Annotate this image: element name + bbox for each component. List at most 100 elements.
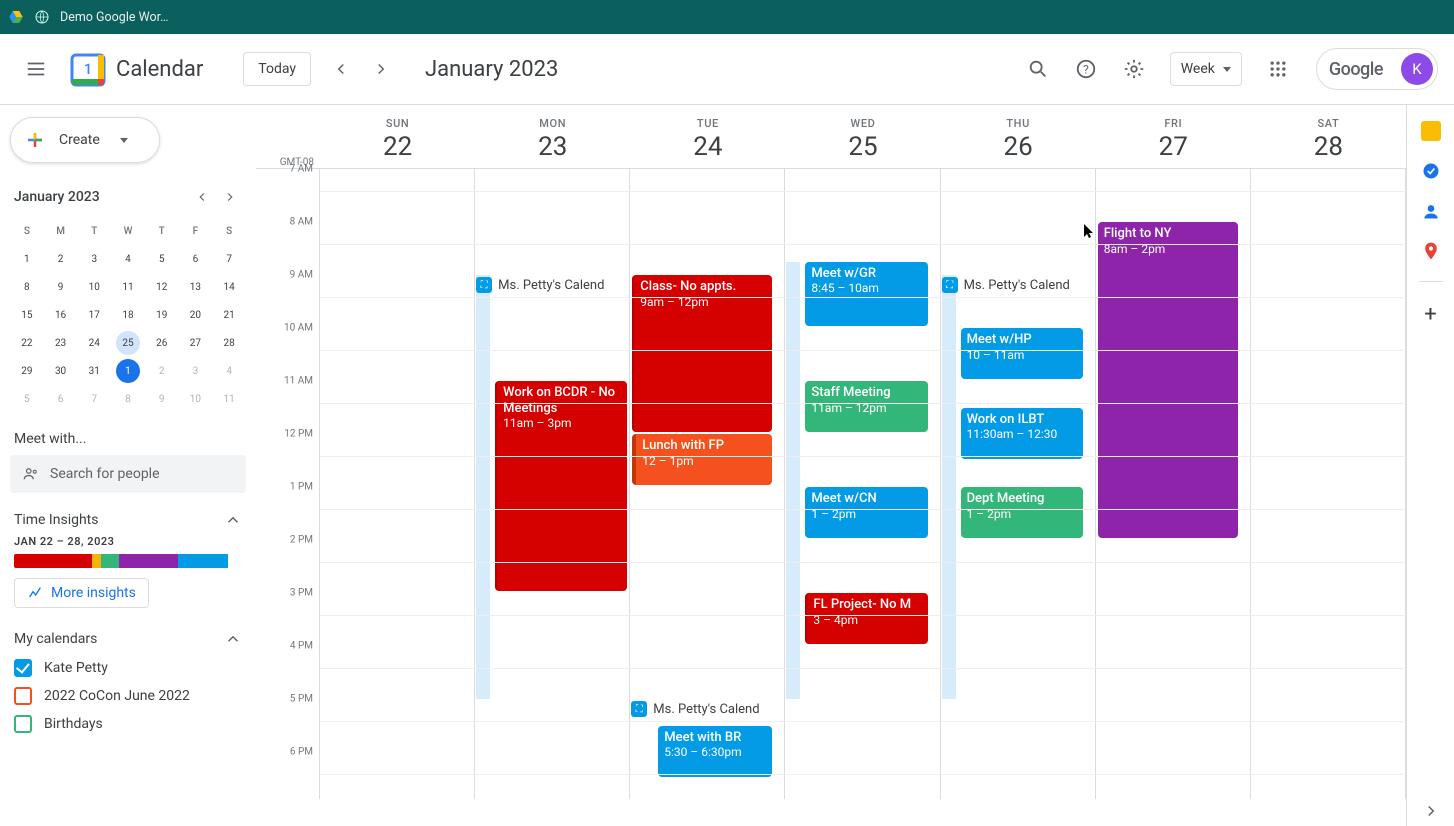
external-calendar-chip[interactable]: ⛶Ms. Petty's Calend — [942, 277, 1094, 293]
mini-day[interactable]: 27 — [179, 329, 213, 357]
mini-day[interactable]: 5 — [145, 245, 179, 273]
my-calendars-header[interactable]: My calendars — [14, 630, 242, 648]
calendar-event[interactable]: Class- No appts.9am – 12pm — [632, 275, 772, 432]
external-calendar-chip[interactable]: ⛶Ms. Petty's Calend — [476, 277, 628, 293]
calendar-event[interactable]: Dept Meeting1 – 2pm — [961, 487, 1083, 538]
create-button[interactable]: Create — [10, 117, 160, 163]
day-header[interactable]: FRI27 — [1096, 105, 1251, 168]
people-search-input[interactable]: Search for people — [10, 455, 246, 493]
mini-day[interactable]: 1 — [10, 245, 44, 273]
mini-day[interactable]: 3 — [179, 357, 213, 385]
calendar-row[interactable]: Birthdays — [10, 710, 246, 738]
day-column[interactable] — [1251, 169, 1406, 799]
mini-day[interactable]: 6 — [44, 385, 78, 413]
day-header[interactable]: WED25 — [785, 105, 940, 168]
day-column[interactable]: Meet w/GR8:45 – 10am Staff Meeting11am – … — [785, 169, 940, 799]
mini-day[interactable]: 22 — [10, 329, 44, 357]
user-avatar[interactable]: K — [1401, 53, 1433, 85]
mini-day[interactable]: 13 — [179, 273, 213, 301]
tasks-icon[interactable] — [1421, 161, 1441, 181]
mini-next-month[interactable] — [218, 185, 242, 209]
mini-day[interactable]: 1 — [111, 357, 145, 385]
mini-prev-month[interactable] — [190, 185, 214, 209]
calendar-checkbox[interactable] — [14, 687, 32, 705]
day-header[interactable]: SAT28 — [1251, 105, 1406, 168]
calendar-event[interactable]: Meet w/HP10 – 11am — [961, 328, 1083, 379]
mini-day[interactable]: 20 — [179, 301, 213, 329]
day-column[interactable]: ⛶Ms. Petty's Calend Work on BCDR - No Mee… — [475, 169, 630, 799]
mini-day[interactable]: 10 — [77, 273, 111, 301]
calendar-event[interactable]: Work on BCDR - No Meetings11am – 3pm — [495, 381, 627, 591]
mini-day[interactable]: 9 — [145, 385, 179, 413]
day-header[interactable]: TUE24 — [630, 105, 785, 168]
mini-day[interactable]: 28 — [212, 329, 246, 357]
hide-panel-button[interactable] — [1422, 802, 1440, 820]
mini-day[interactable]: 2 — [145, 357, 179, 385]
calendar-event[interactable]: Lunch with FP12 – 1pm — [632, 434, 772, 485]
mini-day[interactable]: 3 — [77, 245, 111, 273]
google-apps-button[interactable] — [1258, 49, 1298, 89]
calendar-event[interactable]: Flight to NY8am – 2pm — [1098, 222, 1238, 538]
mini-day[interactable]: 30 — [44, 357, 78, 385]
mini-day[interactable]: 5 — [10, 385, 44, 413]
calendar-checkbox[interactable] — [14, 715, 32, 733]
mini-day[interactable]: 23 — [44, 329, 78, 357]
add-addon-button[interactable]: + — [1424, 302, 1436, 327]
mini-day[interactable]: 4 — [111, 245, 145, 273]
mini-day[interactable]: 25 — [111, 329, 145, 357]
keep-icon[interactable] — [1421, 121, 1441, 141]
day-header[interactable]: SUN22 — [320, 105, 475, 168]
day-header[interactable]: MON23 — [475, 105, 630, 168]
prev-week-button[interactable] — [325, 53, 357, 85]
main-menu-button[interactable] — [16, 49, 56, 89]
calendar-checkbox[interactable] — [14, 659, 32, 677]
mini-day[interactable]: 6 — [179, 245, 213, 273]
day-column[interactable] — [320, 169, 475, 799]
calendar-event[interactable]: Staff Meeting11am – 12pm — [805, 381, 927, 432]
mini-day[interactable]: 9 — [44, 273, 78, 301]
mini-day[interactable]: 7 — [212, 245, 246, 273]
app-logo[interactable]: 1 Calendar — [68, 49, 235, 89]
day-column[interactable]: ⛶Ms. Petty's Calend Meet w/HP10 – 11am Wor… — [941, 169, 1096, 799]
mini-day[interactable]: 21 — [212, 301, 246, 329]
calendar-event[interactable]: Work on ILBT11:30am – 12:30 — [961, 408, 1083, 459]
calendar-row[interactable]: 2022 CoCon June 2022 — [10, 682, 246, 710]
mini-day[interactable]: 11 — [111, 273, 145, 301]
mini-day[interactable]: 7 — [77, 385, 111, 413]
mini-day[interactable]: 18 — [111, 301, 145, 329]
account-switcher[interactable]: Google K — [1316, 48, 1438, 90]
help-button[interactable]: ? — [1066, 49, 1106, 89]
mini-day[interactable]: 24 — [77, 329, 111, 357]
search-button[interactable] — [1018, 49, 1058, 89]
mini-day[interactable]: 31 — [77, 357, 111, 385]
external-calendar-chip[interactable]: ⛶Ms. Petty's Calend — [631, 701, 783, 717]
maps-icon[interactable] — [1421, 241, 1441, 261]
calendar-event[interactable]: FL Project- No M3 – 4pm — [805, 593, 927, 644]
mini-day[interactable]: 14 — [212, 273, 246, 301]
next-week-button[interactable] — [365, 53, 397, 85]
time-insights-header[interactable]: Time Insights — [14, 511, 242, 529]
mini-day[interactable]: 19 — [145, 301, 179, 329]
view-selector[interactable]: Week — [1170, 52, 1242, 86]
mini-day[interactable]: 12 — [145, 273, 179, 301]
mini-day[interactable]: 15 — [10, 301, 44, 329]
mini-day[interactable]: 8 — [111, 385, 145, 413]
mini-day[interactable]: 2 — [44, 245, 78, 273]
mini-day[interactable]: 10 — [179, 385, 213, 413]
mini-day[interactable]: 29 — [10, 357, 44, 385]
calendar-event[interactable]: Meet w/CN1 – 2pm — [805, 487, 927, 538]
mini-day[interactable]: 4 — [212, 357, 246, 385]
more-insights-button[interactable]: More insights — [14, 578, 149, 608]
today-button[interactable]: Today — [243, 52, 311, 86]
calendar-row[interactable]: Kate Petty — [10, 654, 246, 682]
mini-day[interactable]: 8 — [10, 273, 44, 301]
calendar-event[interactable]: Meet with BR5:30 – 6:30pm — [658, 726, 772, 777]
mini-day[interactable]: 16 — [44, 301, 78, 329]
mini-day[interactable]: 17 — [77, 301, 111, 329]
mini-day[interactable]: 26 — [145, 329, 179, 357]
contacts-icon[interactable] — [1421, 201, 1441, 221]
day-column[interactable]: Flight to NY8am – 2pm — [1096, 169, 1251, 799]
calendar-event[interactable]: Meet w/GR8:45 – 10am — [805, 262, 927, 326]
settings-button[interactable] — [1114, 49, 1154, 89]
mini-day[interactable]: 11 — [212, 385, 246, 413]
